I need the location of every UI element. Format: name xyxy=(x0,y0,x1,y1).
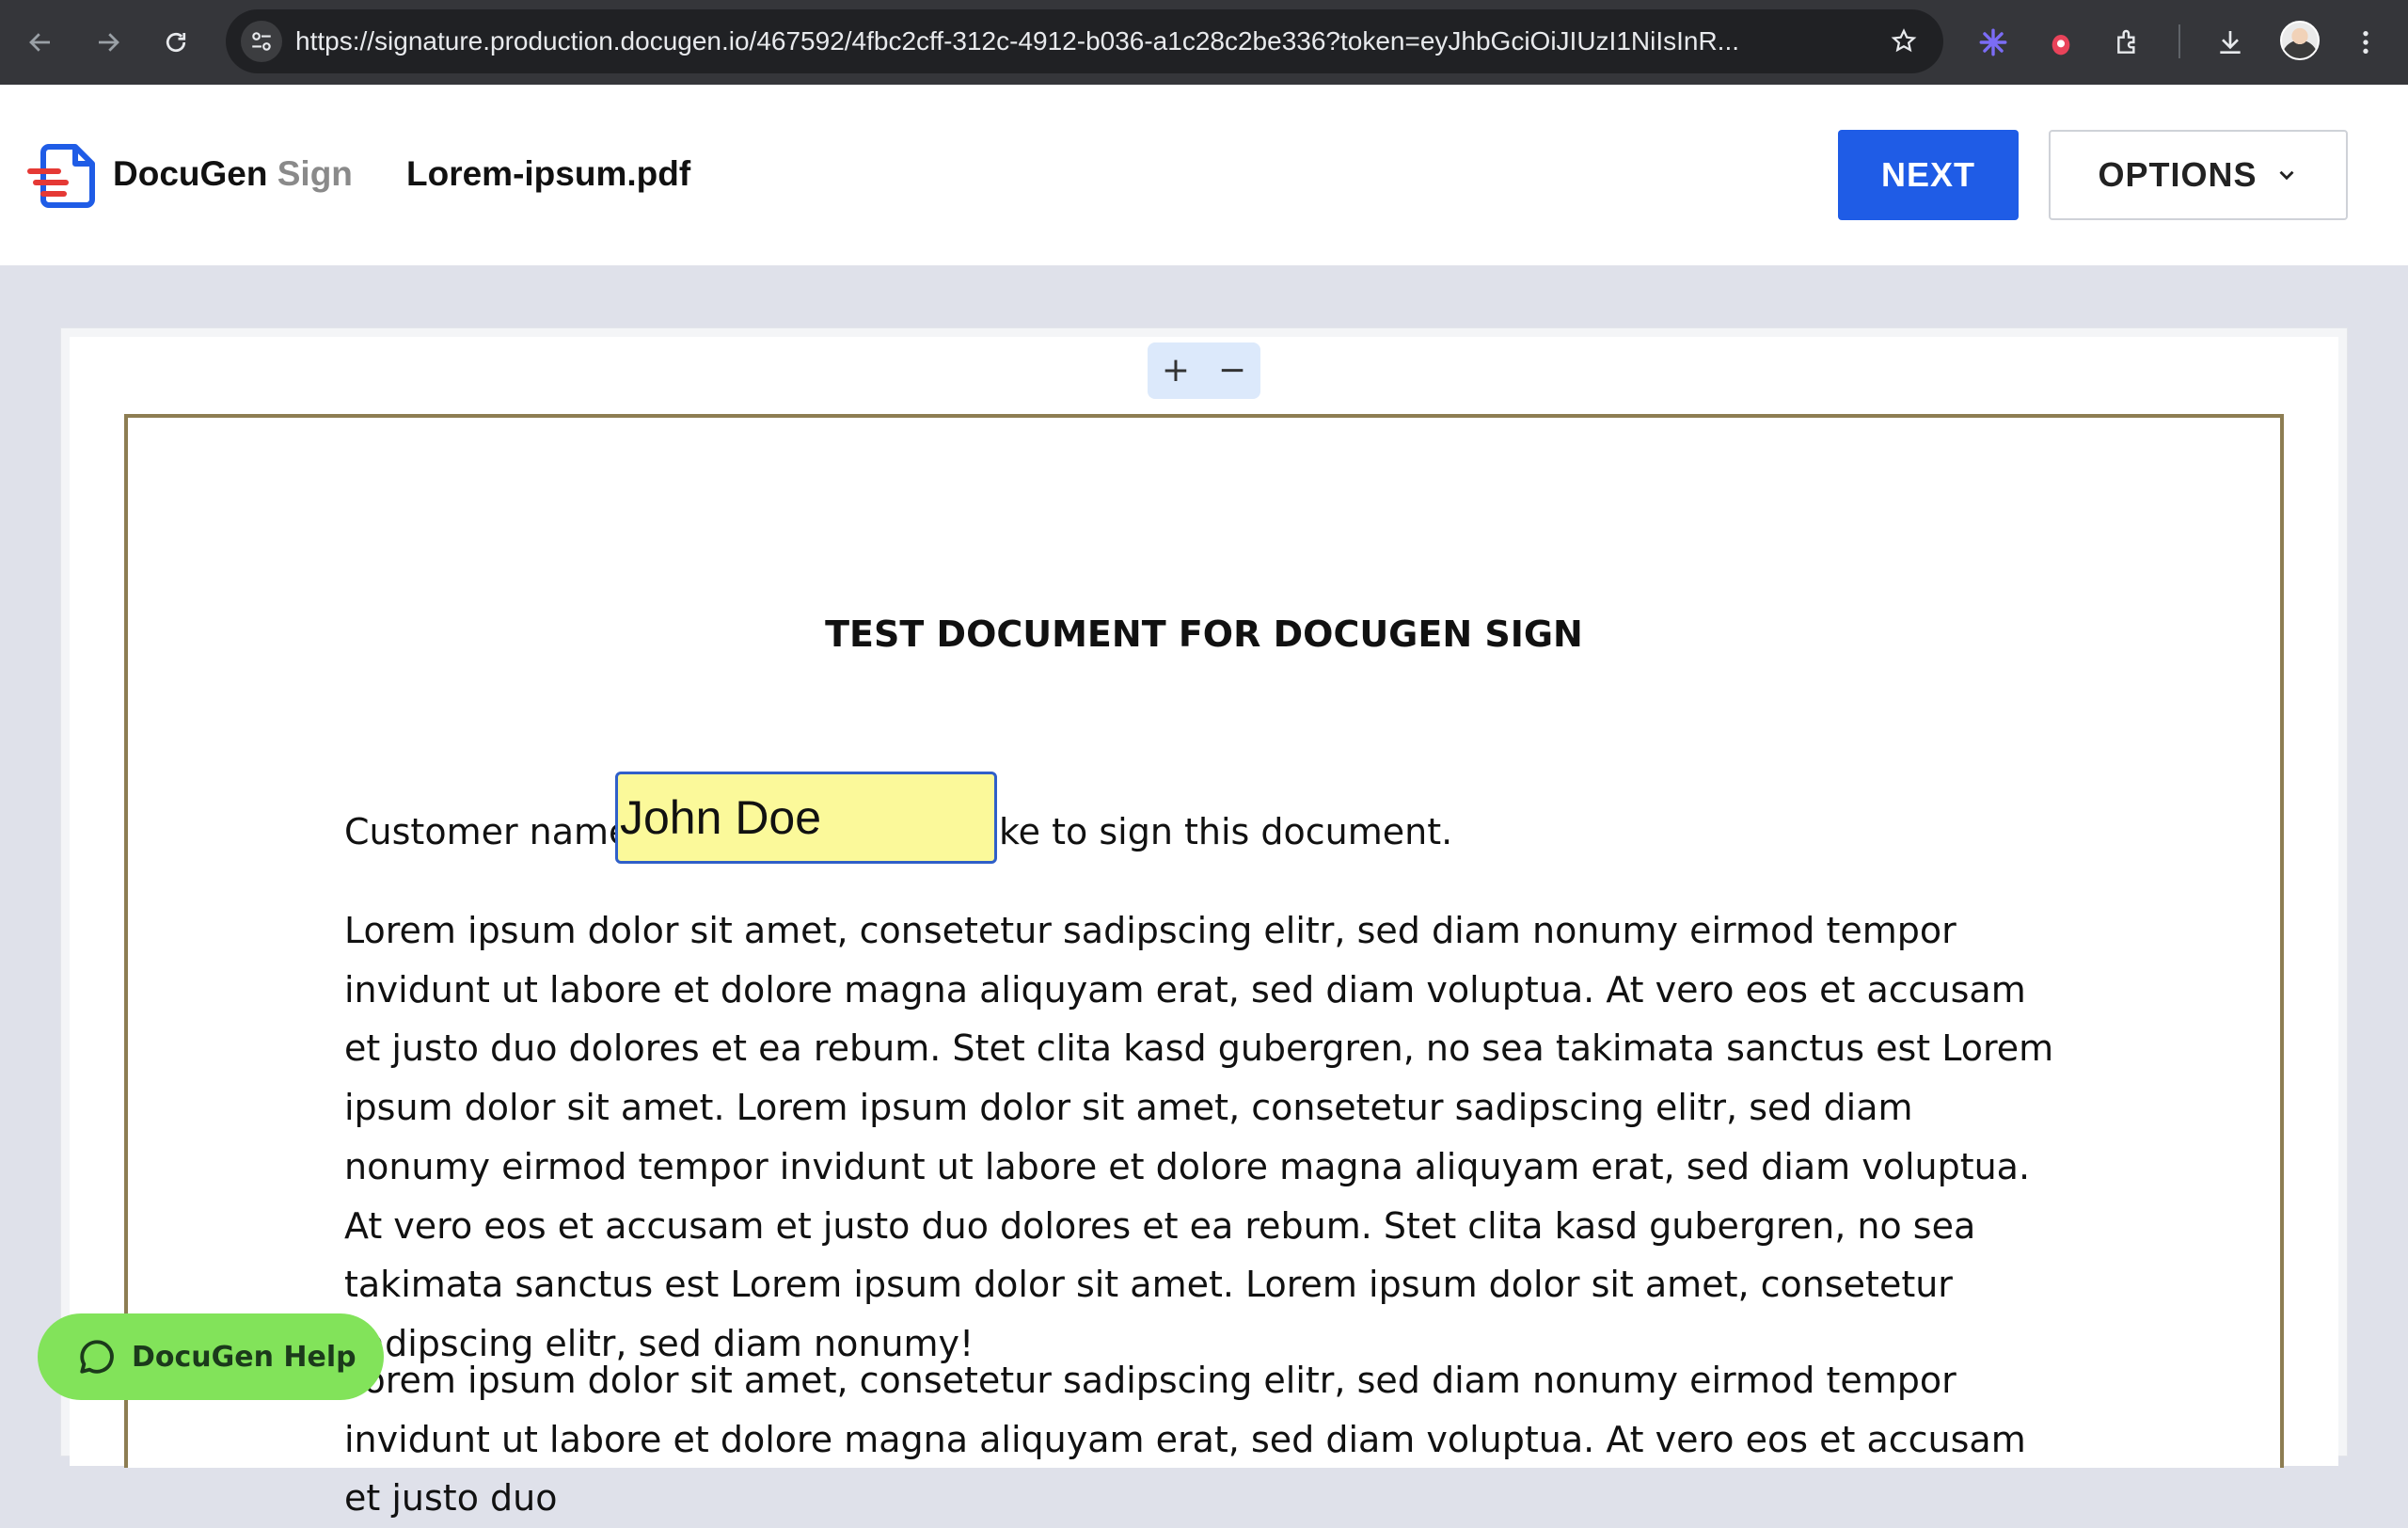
customer-name-label: Customer name xyxy=(344,811,631,852)
customer-name-field[interactable] xyxy=(615,772,997,864)
extension-bug-icon[interactable] xyxy=(2037,19,2084,66)
options-button[interactable]: OPTIONS xyxy=(2049,130,2348,220)
toolbar-divider xyxy=(2178,24,2180,58)
customer-name-line: Customer name ke to sign this document. xyxy=(344,805,1452,858)
document-filename: Lorem-ipsum.pdf xyxy=(406,154,691,193)
body-paragraph: Lorem ipsum dolor sit amet, consetetur s… xyxy=(344,910,2054,1364)
brand-main: DocuGen xyxy=(113,154,268,193)
extensions-puzzle-icon[interactable] xyxy=(2105,19,2152,66)
brand-sub: Sign xyxy=(277,154,353,193)
download-icon[interactable] xyxy=(2207,19,2254,66)
chat-bubble-icon xyxy=(80,1340,114,1374)
zoom-in-button[interactable]: + xyxy=(1152,347,1199,394)
docugen-logo-icon xyxy=(26,139,102,211)
reload-icon[interactable] xyxy=(152,19,199,66)
brand-name: DocuGen Sign xyxy=(113,151,353,198)
app-header: DocuGen Sign Lorem-ipsum.pdf NEXT OPTION… xyxy=(0,85,2408,265)
chevron-down-icon xyxy=(2279,170,2294,181)
help-button[interactable]: DocuGen Help xyxy=(38,1313,384,1400)
help-label: DocuGen Help xyxy=(132,1340,356,1374)
body-paragraph: Lorem ipsum dolor sit amet, consetetur s… xyxy=(344,1360,2026,1520)
address-bar[interactable]: https://signature.production.docugen.io/… xyxy=(226,9,1943,73)
extension-sparkle-icon[interactable] xyxy=(1970,19,2017,66)
back-icon[interactable] xyxy=(17,19,64,66)
forward-icon[interactable] xyxy=(85,19,132,66)
zoom-out-button[interactable]: − xyxy=(1209,347,1256,394)
profile-avatar[interactable] xyxy=(2280,21,2320,60)
menu-kebab-icon[interactable] xyxy=(2342,19,2389,66)
options-label: OPTIONS xyxy=(2098,155,2258,194)
customer-line-suffix: ke to sign this document. xyxy=(999,811,1453,852)
browser-toolbar: https://signature.production.docugen.io/… xyxy=(0,0,2408,85)
bookmark-star-icon[interactable] xyxy=(1883,21,1925,62)
next-button[interactable]: NEXT xyxy=(1838,130,2019,220)
document-title: TEST DOCUMENT FOR DOCUGEN SIGN xyxy=(825,613,1583,655)
site-settings-icon[interactable] xyxy=(241,21,282,62)
zoom-controls: + − xyxy=(1148,342,1260,399)
url-text[interactable]: https://signature.production.docugen.io/… xyxy=(295,9,1800,73)
